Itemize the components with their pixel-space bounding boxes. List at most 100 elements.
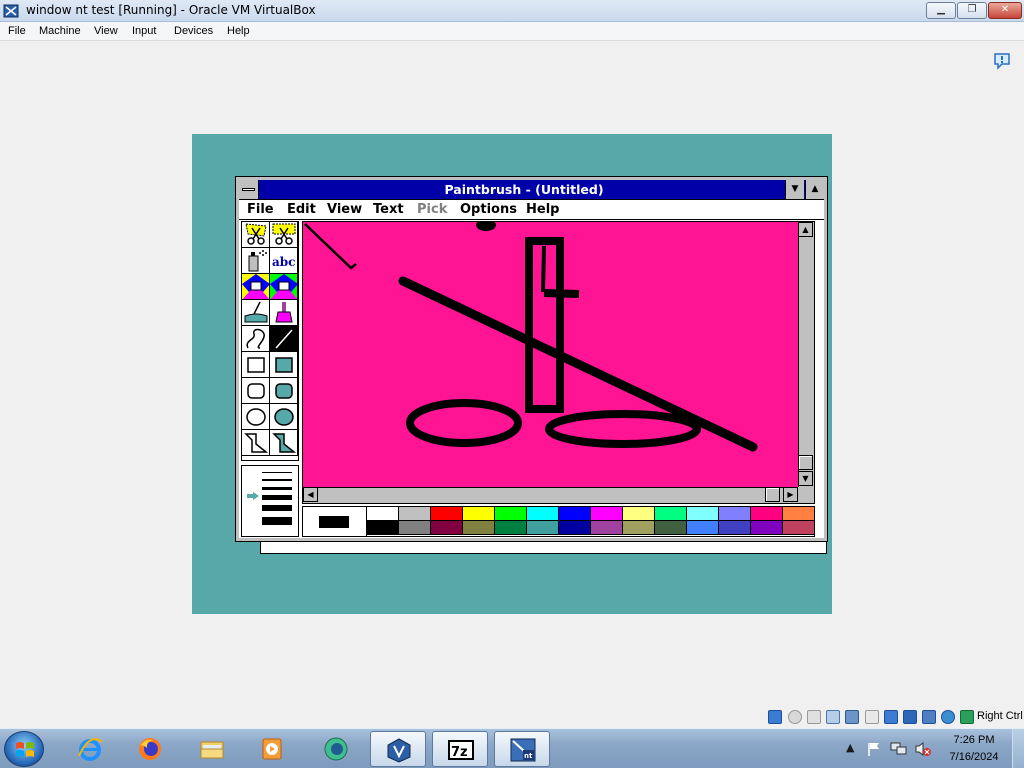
show-desktop-button[interactable]	[1012, 729, 1024, 768]
palette-swatch[interactable]	[751, 507, 783, 521]
audio-icon[interactable]	[826, 710, 840, 724]
filled-box-tool[interactable]	[270, 352, 298, 378]
menu-input[interactable]: Input	[132, 25, 156, 37]
palette-swatch[interactable]	[367, 507, 399, 521]
palette-swatch[interactable]	[367, 521, 399, 535]
taskbar-7zip[interactable]: 7z	[432, 731, 488, 767]
system-menu-button[interactable]	[239, 180, 259, 199]
pb-menu-view[interactable]: View	[327, 202, 362, 217]
airbrush-tool[interactable]	[242, 248, 270, 274]
taskbar-media-player[interactable]	[244, 731, 300, 767]
paintbrush-maximize-button[interactable]: ▲	[805, 180, 824, 199]
menu-machine[interactable]: Machine	[39, 25, 81, 37]
message-notification-icon[interactable]	[993, 52, 1011, 70]
text-tool[interactable]: abc	[270, 248, 298, 274]
palette-swatch[interactable]	[463, 507, 495, 521]
horizontal-scrollbar[interactable]: ◀ ▶	[303, 487, 798, 503]
cpu-icon[interactable]	[941, 710, 955, 724]
line-size-3[interactable]	[262, 487, 292, 490]
hard-disk-icon[interactable]	[768, 710, 782, 724]
palette-swatch[interactable]	[655, 521, 687, 535]
taskbar-internet-explorer[interactable]	[62, 731, 118, 767]
menu-file[interactable]: File	[8, 25, 26, 37]
palette-swatch[interactable]	[431, 507, 463, 521]
palette-swatch[interactable]	[495, 507, 527, 521]
taskbar-file-explorer[interactable]	[184, 731, 240, 767]
rounded-box-tool[interactable]	[242, 378, 270, 404]
virtualbox-app-icon[interactable]	[3, 3, 19, 19]
optical-drive-icon[interactable]	[788, 710, 802, 724]
palette-swatch[interactable]	[527, 507, 559, 521]
palette-swatch[interactable]	[655, 507, 687, 521]
line-size-4[interactable]	[262, 495, 292, 500]
paint-roller-tool[interactable]	[242, 300, 270, 326]
pb-menu-help[interactable]: Help	[526, 202, 559, 217]
filled-polygon-tool[interactable]	[270, 430, 298, 456]
taskbar-windows-nt-vm[interactable]: nt	[494, 731, 550, 767]
menu-view[interactable]: View	[94, 25, 118, 37]
pb-menu-edit[interactable]: Edit	[287, 202, 316, 217]
maximize-button[interactable]: ❐	[957, 2, 987, 19]
paintbrush-minimize-button[interactable]: ▼	[785, 180, 804, 199]
pick-tool[interactable]	[270, 222, 298, 248]
vertical-scrollbar[interactable]: ▲ ▼	[798, 222, 814, 487]
palette-swatch[interactable]	[719, 507, 751, 521]
circle-tool[interactable]	[242, 404, 270, 430]
guest-desktop[interactable]: Paintbrush - (Untitled) ▼ ▲ File Edit Vi…	[192, 134, 832, 614]
filled-circle-tool[interactable]	[270, 404, 298, 430]
line-size-5[interactable]	[262, 505, 292, 511]
taskbar-app-green[interactable]	[308, 731, 364, 767]
scissors-tool[interactable]	[242, 222, 270, 248]
palette-swatch[interactable]	[495, 521, 527, 535]
minimize-button[interactable]: ▁	[926, 2, 956, 19]
display-icon[interactable]	[903, 710, 917, 724]
menu-devices[interactable]: Devices	[174, 25, 213, 37]
vertical-scroll-thumb[interactable]	[798, 455, 813, 470]
horizontal-scroll-thumb[interactable]	[765, 487, 780, 502]
palette-swatch[interactable]	[399, 507, 431, 521]
network-tray-icon[interactable]	[890, 741, 908, 757]
drawing-canvas[interactable]	[303, 222, 798, 487]
floppy-icon[interactable]	[807, 710, 821, 724]
palette-swatch[interactable]	[527, 521, 559, 535]
close-button[interactable]: ✕	[988, 2, 1022, 19]
palette-swatch[interactable]	[623, 521, 655, 535]
curve-tool[interactable]	[242, 326, 270, 352]
palette-swatch[interactable]	[751, 521, 783, 535]
shared-folders-icon[interactable]	[884, 710, 898, 724]
scroll-up-button[interactable]: ▲	[798, 222, 813, 237]
pb-menu-text[interactable]: Text	[373, 202, 404, 217]
scroll-down-button[interactable]: ▼	[798, 471, 813, 486]
line-size-box[interactable]	[241, 465, 299, 537]
scroll-right-button[interactable]: ▶	[783, 487, 798, 502]
scroll-left-button[interactable]: ◀	[303, 487, 318, 502]
network-icon[interactable]	[845, 710, 859, 724]
line-tool[interactable]	[270, 326, 298, 352]
menu-help[interactable]: Help	[227, 25, 250, 37]
recording-icon[interactable]	[922, 710, 936, 724]
brush-tool[interactable]	[270, 300, 298, 326]
clock-time[interactable]: 7:26 PM	[946, 734, 1002, 746]
clock-date[interactable]: 7/16/2024	[942, 751, 1006, 763]
pb-menu-file[interactable]: File	[247, 202, 274, 217]
mouse-integration-icon[interactable]	[960, 710, 974, 724]
color-eraser-tool[interactable]	[242, 274, 270, 300]
volume-muted-icon[interactable]	[914, 741, 932, 757]
palette-swatch[interactable]	[591, 521, 623, 535]
polygon-tool[interactable]	[242, 430, 270, 456]
line-size-2[interactable]	[262, 479, 292, 481]
eraser-tool[interactable]	[270, 274, 298, 300]
usb-icon[interactable]	[865, 710, 879, 724]
start-button[interactable]	[4, 731, 44, 767]
palette-swatch[interactable]	[783, 521, 815, 535]
taskbar-firefox[interactable]	[122, 731, 178, 767]
paintbrush-titlebar[interactable]: Paintbrush - (Untitled) ▼ ▲	[239, 180, 824, 200]
palette-swatch[interactable]	[559, 507, 591, 521]
palette-swatch[interactable]	[687, 507, 719, 521]
palette-swatch[interactable]	[559, 521, 591, 535]
line-size-6[interactable]	[262, 517, 292, 525]
line-size-1[interactable]	[262, 472, 292, 473]
taskbar-virtualbox[interactable]	[370, 731, 426, 767]
action-center-flag-icon[interactable]	[866, 741, 882, 757]
palette-swatch[interactable]	[591, 507, 623, 521]
